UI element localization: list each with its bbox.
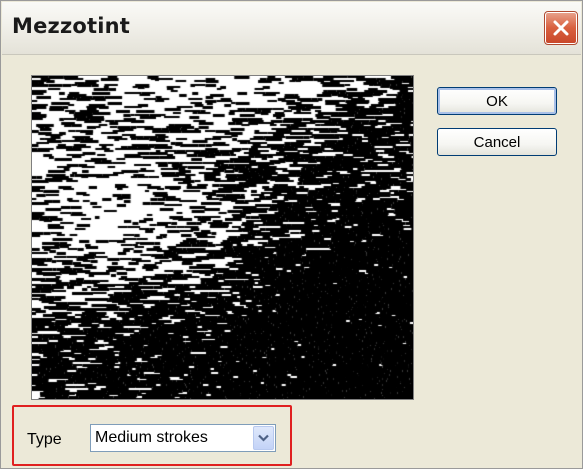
type-dropdown[interactable]: Medium strokes <box>90 424 276 452</box>
cancel-button[interactable]: Cancel <box>437 128 557 156</box>
chevron-down-icon <box>258 434 269 442</box>
mezzotint-preview-canvas <box>32 76 413 399</box>
ok-button[interactable]: OK <box>437 87 557 115</box>
type-selection-highlight: Type Medium strokes <box>12 405 292 466</box>
title-bar[interactable]: Mezzotint <box>2 2 581 55</box>
close-icon <box>553 20 569 36</box>
close-button[interactable] <box>544 11 578 45</box>
type-dropdown-value: Medium strokes <box>95 429 208 446</box>
type-label: Type <box>27 431 62 448</box>
mezzotint-dialog: Mezzotint OK Cancel Type Medium strokes <box>0 0 583 469</box>
dropdown-arrow-button[interactable] <box>253 426 274 450</box>
window-title: Mezzotint <box>12 14 131 38</box>
filter-preview-image[interactable] <box>31 75 414 400</box>
